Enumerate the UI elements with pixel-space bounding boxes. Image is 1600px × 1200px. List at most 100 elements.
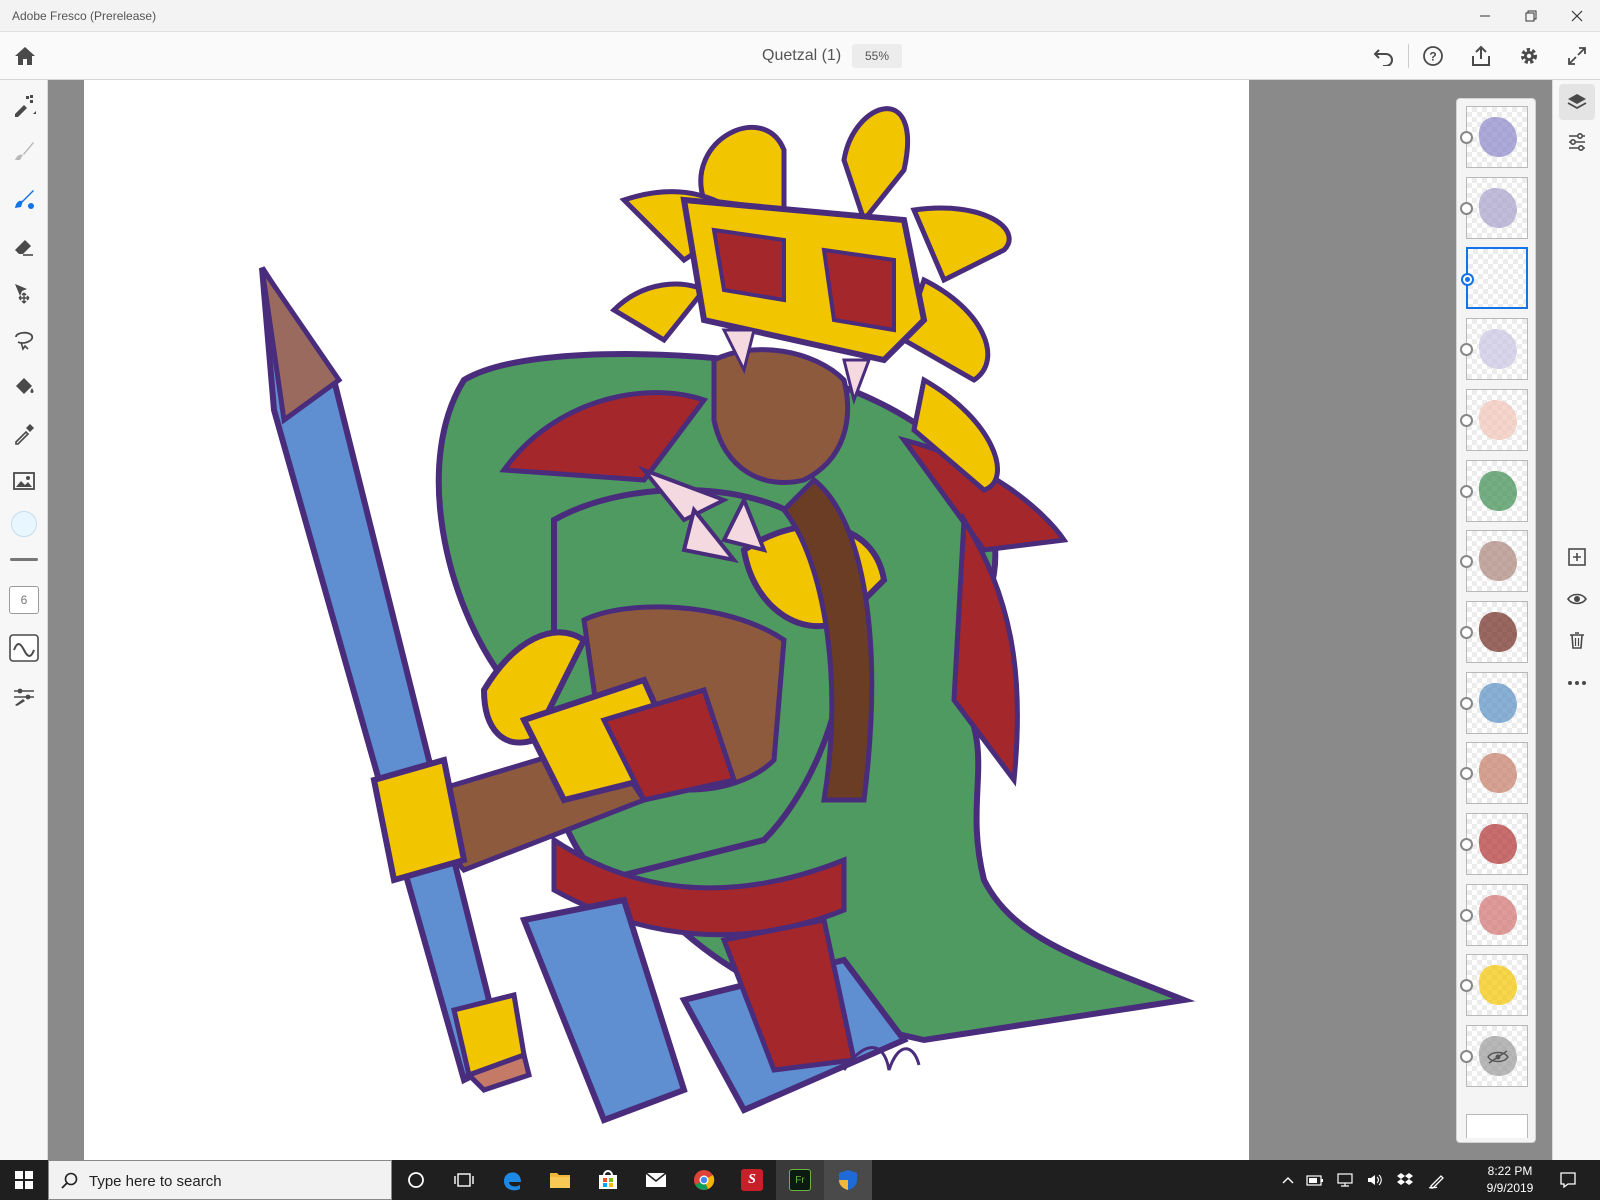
layer-select-radio[interactable] [1460, 484, 1473, 498]
layer-preview [1479, 399, 1517, 440]
brush-stroke-preview[interactable] [6, 630, 42, 666]
workspace[interactable] [48, 80, 1552, 1160]
pixel-brush-tool[interactable] [6, 87, 42, 123]
layer-thumbnail[interactable] [1460, 813, 1528, 875]
layer-thumbnail[interactable] [1460, 318, 1528, 381]
layer-thumbnail[interactable] [1460, 106, 1528, 168]
cortana-icon [408, 1172, 424, 1188]
more-options-button[interactable] [1561, 667, 1593, 699]
layer-thumbnail[interactable] [1460, 883, 1528, 946]
minimize-button[interactable] [1462, 0, 1508, 32]
mail-app[interactable] [632, 1160, 680, 1200]
move-icon [15, 284, 30, 304]
file-explorer-app[interactable] [536, 1160, 584, 1200]
pen-icon [1428, 1175, 1444, 1189]
layers-toggle-button[interactable] [1559, 84, 1595, 120]
sketchable-app[interactable]: S [728, 1160, 776, 1200]
vector-brush-tool[interactable] [6, 181, 42, 217]
layer-thumbnail[interactable] [1460, 388, 1528, 451]
document-title[interactable]: Quetzal (1) [762, 47, 841, 65]
tray-network[interactable] [1330, 1160, 1360, 1200]
fresco-app[interactable]: Fr [776, 1160, 824, 1200]
brush-settings-button[interactable] [6, 678, 42, 714]
eyedropper-icon [15, 424, 34, 445]
restore-button[interactable] [1508, 0, 1554, 32]
layer-thumbnail[interactable] [1460, 459, 1528, 522]
layer-select-radio[interactable] [1460, 201, 1473, 215]
layer-select-radio[interactable] [1460, 555, 1473, 569]
live-brush-icon [15, 142, 34, 160]
layer-select-radio[interactable] [1460, 1050, 1473, 1064]
layer-thumbnail[interactable] [1460, 954, 1528, 1017]
zoom-level[interactable]: 55% [852, 44, 902, 68]
tray-volume[interactable] [1360, 1160, 1390, 1200]
toggle-visibility-button[interactable] [1561, 583, 1593, 615]
layer-thumbnail[interactable] [1460, 742, 1528, 805]
start-button[interactable] [0, 1160, 48, 1200]
eyedropper-tool[interactable] [6, 416, 42, 452]
delete-layer-button[interactable] [1561, 624, 1593, 656]
close-button[interactable] [1554, 0, 1600, 32]
edge-app[interactable] [488, 1160, 536, 1200]
tray-dropbox[interactable] [1390, 1160, 1420, 1200]
selection-tool[interactable] [6, 322, 42, 358]
color-swatch[interactable] [6, 506, 42, 542]
layer-preview [1479, 187, 1517, 228]
task-view-button[interactable] [440, 1160, 488, 1200]
undo-button[interactable] [1368, 40, 1400, 72]
layer-select-radio[interactable] [1460, 625, 1473, 639]
show-hidden-icons-button[interactable] [1276, 1160, 1300, 1200]
fullscreen-button[interactable] [1561, 40, 1593, 72]
home-button[interactable] [9, 40, 41, 72]
settings-button[interactable] [1513, 40, 1545, 72]
layer-select-radio[interactable] [1460, 838, 1473, 851]
layer-thumbnail[interactable] [1460, 600, 1528, 663]
add-layer-button[interactable] [1561, 541, 1593, 573]
divider [10, 558, 38, 561]
cortana-button[interactable] [392, 1160, 440, 1200]
layer-preview [1479, 470, 1517, 511]
clock-time: 8:22 PM [1487, 1164, 1533, 1178]
taskbar-clock[interactable]: 8:22 PM 9/9/2019 [1480, 1163, 1540, 1197]
transform-tool[interactable] [6, 275, 42, 311]
eraser-icon [15, 240, 33, 256]
tray-pen-status[interactable] [1300, 1160, 1330, 1200]
share-button[interactable] [1465, 40, 1497, 72]
tray-pen-workspace[interactable] [1420, 1160, 1454, 1200]
layer-preview [1479, 965, 1517, 1006]
layer-thumbnail[interactable] [1460, 530, 1528, 593]
layer-thumbnail[interactable] [1460, 1025, 1528, 1088]
store-app[interactable] [584, 1160, 632, 1200]
brush-size-control[interactable]: 6 [6, 582, 42, 618]
layer-select-radio[interactable] [1460, 767, 1473, 781]
layer-properties-button[interactable] [1561, 126, 1593, 158]
help-button[interactable]: ? [1417, 40, 1449, 72]
action-center-button[interactable] [1548, 1160, 1588, 1200]
gear-icon [1521, 48, 1537, 64]
taskbar-search-input[interactable]: Type here to search [48, 1160, 392, 1200]
lasso-icon [15, 331, 34, 351]
security-app[interactable] [824, 1160, 872, 1200]
layer-preview [1479, 824, 1517, 864]
layer-thumbnail[interactable] [1460, 176, 1528, 239]
live-brush-tool[interactable] [6, 133, 42, 169]
layer-select-radio[interactable] [1460, 343, 1473, 357]
store-icon [599, 1170, 617, 1189]
eraser-tool[interactable] [6, 228, 42, 264]
layer-select-radio[interactable] [1461, 273, 1474, 287]
place-image-tool[interactable] [6, 463, 42, 499]
chrome-app[interactable] [680, 1160, 728, 1200]
chrome-icon [694, 1170, 715, 1190]
layer-thumbnail[interactable] [1460, 671, 1528, 734]
layer-select-radio[interactable] [1460, 696, 1473, 710]
layer-select-radio[interactable] [1460, 908, 1473, 922]
layer-select-radio[interactable] [1460, 413, 1473, 427]
fill-tool[interactable] [6, 369, 42, 405]
drawing-canvas[interactable] [84, 80, 1249, 1160]
divider [1408, 44, 1409, 68]
sliders-icon [1569, 132, 1585, 152]
layer-select-radio[interactable] [1460, 979, 1473, 993]
layer-thumbnail[interactable] [1461, 247, 1528, 310]
layer-thumbnail-partial[interactable] [1466, 1114, 1528, 1138]
layer-select-radio[interactable] [1460, 131, 1473, 144]
